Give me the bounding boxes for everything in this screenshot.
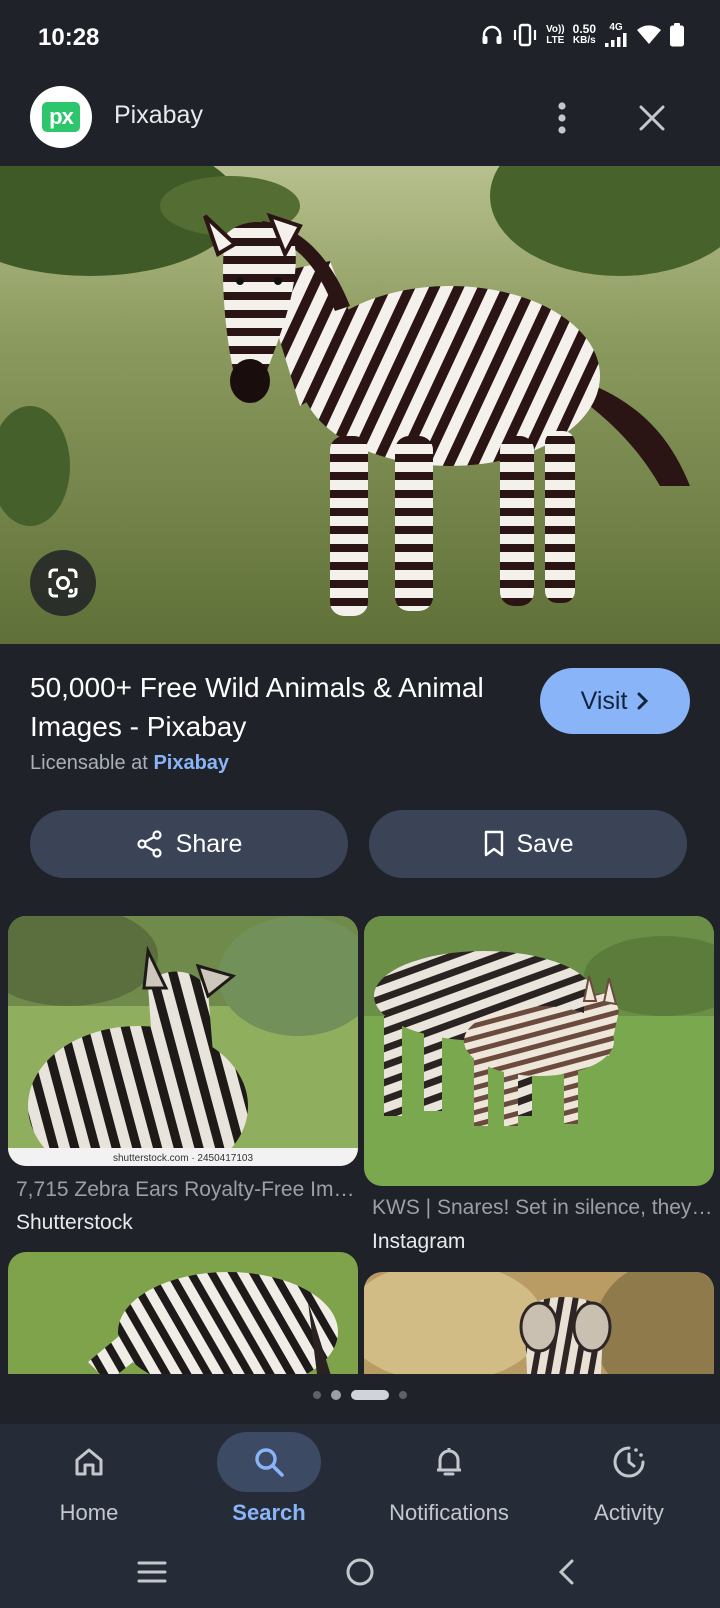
network-type: 4G <box>609 22 623 33</box>
chevron-right-icon <box>637 692 649 710</box>
nav-home[interactable]: Home <box>4 1432 174 1532</box>
vibrate-icon <box>513 23 537 46</box>
save-button[interactable]: Save <box>369 810 687 878</box>
nav-search[interactable]: Search <box>184 1432 354 1532</box>
status-icons: Vo)) LTE 0.50 KB/s 4G <box>480 22 684 47</box>
more-options-button[interactable] <box>536 92 588 144</box>
headphones-icon <box>482 25 502 44</box>
license-line: Licensable at Pixabay <box>30 752 229 775</box>
zebra-photo <box>0 166 720 644</box>
visit-label: Visit <box>580 686 628 715</box>
system-navigation-bar <box>0 1542 720 1602</box>
back-button[interactable] <box>536 1542 596 1602</box>
status-time: 10:28 <box>38 24 100 51</box>
nav-home-icon-wrap <box>37 1432 141 1492</box>
data-speed: 0.50 KB/s <box>572 21 596 46</box>
main-image[interactable] <box>0 166 720 644</box>
nav-activity-label: Activity <box>594 1500 664 1525</box>
nav-notifications-icon-wrap <box>397 1432 501 1492</box>
page-indicator <box>0 1390 720 1400</box>
more-vert-icon <box>558 102 566 134</box>
activity-icon <box>613 1446 645 1478</box>
save-label: Save <box>516 829 574 858</box>
page-dot-active <box>351 1390 389 1400</box>
license-prefix: Licensable at <box>30 752 148 774</box>
share-icon <box>137 830 162 858</box>
google-lens-button[interactable] <box>30 550 96 616</box>
bell-icon <box>437 1448 461 1476</box>
menu-icon <box>137 1561 167 1583</box>
back-chevron-icon <box>558 1559 574 1585</box>
recents-button[interactable] <box>122 1542 182 1602</box>
signal-indicator: 4G <box>604 22 628 47</box>
zebra-foal-photo <box>364 916 714 1186</box>
volte-indicator: Vo)) LTE <box>545 23 565 46</box>
search-icon <box>255 1448 284 1477</box>
related-source-2: Instagram <box>372 1230 466 1253</box>
related-caption-2[interactable]: KWS | Snares! Set in silence, they wait.… <box>372 1196 717 1220</box>
license-source-link[interactable]: Pixabay <box>153 752 229 774</box>
nav-search-icon-wrap <box>217 1432 321 1492</box>
bottom-navigation: Home Search Notifications Activity <box>0 1424 720 1608</box>
nav-activity[interactable]: Activity <box>544 1432 714 1532</box>
share-label: Share <box>175 829 243 858</box>
watermark-text: shutterstock.com · 2450417103 <box>113 1153 254 1164</box>
nav-activity-icon-wrap <box>577 1432 681 1492</box>
related-caption-1[interactable]: 7,715 Zebra Ears Royalty-Free Images <box>16 1178 361 1202</box>
nav-notifications[interactable]: Notifications <box>364 1432 534 1532</box>
visit-button[interactable]: Visit <box>540 668 690 734</box>
page-dot <box>399 1391 407 1399</box>
battery-icon <box>670 22 684 46</box>
close-icon <box>639 105 665 131</box>
related-image-1[interactable]: shutterstock.com · 2450417103 <box>8 916 358 1166</box>
bookmark-icon <box>484 830 503 857</box>
share-button[interactable]: Share <box>30 810 348 878</box>
viewer-header: px Pixabay <box>0 80 720 166</box>
nav-notifications-label: Notifications <box>389 1500 509 1525</box>
wifi-icon <box>637 24 661 44</box>
close-button[interactable] <box>626 92 678 144</box>
status-bar: 10:28 Vo)) LTE 0.50 KB/s 4G <box>0 0 720 80</box>
site-logo[interactable]: px <box>30 86 92 148</box>
signal-icon <box>605 33 627 47</box>
zebra-ears-photo: shutterstock.com · 2450417103 <box>8 916 358 1166</box>
lens-icon <box>48 568 78 598</box>
nav-home-label: Home <box>59 1500 119 1525</box>
page-dot <box>331 1390 341 1400</box>
home-icon <box>75 1448 103 1476</box>
related-image-2[interactable] <box>364 916 714 1186</box>
home-button[interactable] <box>330 1542 390 1602</box>
related-source-1: Shutterstock <box>16 1211 133 1234</box>
pixabay-logo-mark: px <box>42 102 80 132</box>
page-dot <box>313 1391 321 1399</box>
site-name[interactable]: Pixabay <box>114 101 203 130</box>
circle-home-icon <box>346 1558 374 1586</box>
result-title[interactable]: 50,000+ Free Wild Animals & Animal Image… <box>30 668 490 746</box>
nav-search-label: Search <box>232 1500 306 1525</box>
